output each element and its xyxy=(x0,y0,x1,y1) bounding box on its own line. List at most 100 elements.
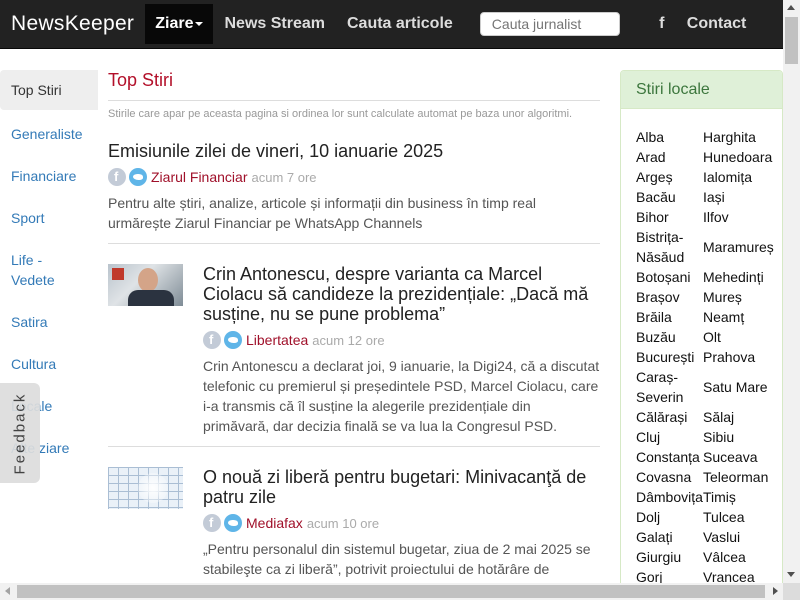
scroll-right-arrow-icon[interactable] xyxy=(773,587,778,595)
county-link[interactable]: Tulcea xyxy=(703,507,782,527)
nav-cauta-articole[interactable]: Cauta articole xyxy=(336,0,464,49)
county-link[interactable]: Olt xyxy=(703,327,782,347)
ziare-dropdown[interactable]: Ziare xyxy=(145,4,214,44)
caret-down-icon xyxy=(195,21,204,26)
article-meta: Mediafax acum 10 ore xyxy=(203,513,600,533)
ziare-label: Ziare xyxy=(155,15,194,32)
horizontal-scrollbar[interactable] xyxy=(0,583,783,600)
county-link[interactable]: Botoșani xyxy=(636,267,703,287)
sidebar-item-sport[interactable]: Sport xyxy=(0,208,98,228)
county-link[interactable]: Ilfov xyxy=(703,207,782,227)
county-link[interactable]: Cluj xyxy=(636,427,703,447)
county-row: Constanța Suceava xyxy=(636,447,782,467)
county-link[interactable]: Timiș xyxy=(703,487,782,507)
county-link[interactable]: Harghita xyxy=(703,127,782,147)
county-link[interactable]: Neamț xyxy=(703,307,782,327)
article-source[interactable]: Mediafax xyxy=(246,515,303,531)
county-link[interactable]: Mehedinți xyxy=(703,267,782,287)
twitter-share-icon[interactable] xyxy=(224,331,242,349)
county-row: Bistrița-Năsăud Maramureș xyxy=(636,227,782,267)
county-row: București Prahova xyxy=(636,347,782,367)
facebook-share-icon[interactable] xyxy=(203,331,221,349)
county-link[interactable]: Brașov xyxy=(636,287,703,307)
county-row: Brașov Mureș xyxy=(636,287,782,307)
sidebar-item-generaliste[interactable]: Generaliste xyxy=(0,124,98,144)
county-row: Botoșani Mehedinți xyxy=(636,267,782,287)
county-link[interactable]: Bihor xyxy=(636,207,703,227)
top-navbar: NewsKeeper Ziare News Stream Cauta artic… xyxy=(0,0,783,49)
scroll-left-arrow-icon[interactable] xyxy=(5,587,10,595)
scroll-down-arrow-icon[interactable] xyxy=(787,572,795,577)
article-meta: Libertatea acum 12 ore xyxy=(203,330,600,350)
article-thumbnail[interactable] xyxy=(108,467,183,509)
county-link[interactable]: Buzău xyxy=(636,327,703,347)
scroll-up-arrow-icon[interactable] xyxy=(787,5,795,10)
article-body: O nouă zi liberă pentru bugetari: Miniva… xyxy=(203,467,600,579)
nav-contact[interactable]: Contact xyxy=(687,15,747,33)
sidebar-item-life-vedete[interactable]: Life - Vedete xyxy=(0,250,98,290)
sidebar-item-satira[interactable]: Satira xyxy=(0,312,98,332)
article-source[interactable]: Libertatea xyxy=(246,332,308,348)
sidebar-item-financiare[interactable]: Financiare xyxy=(0,166,98,186)
county-row: Galați Vaslui xyxy=(636,527,782,547)
county-link[interactable]: Bacău xyxy=(636,187,703,207)
main-content: Top Stiri Stirile care apar pe aceasta p… xyxy=(108,68,600,579)
article-excerpt: Crin Antonescu a declarat joi, 9 ianuari… xyxy=(203,358,600,434)
facebook-share-icon[interactable] xyxy=(108,168,126,186)
article-time: acum 12 ore xyxy=(312,332,385,348)
sidebar-item-cultura[interactable]: Cultura xyxy=(0,354,98,374)
article-title[interactable]: Emisiunile zilei de vineri, 10 ianuarie … xyxy=(108,141,600,161)
feedback-tab[interactable]: Feedback xyxy=(0,383,40,483)
article-source[interactable]: Ziarul Financiar xyxy=(151,169,247,185)
county-link[interactable]: Ialomița xyxy=(703,167,782,187)
county-link[interactable]: Iași xyxy=(703,187,782,207)
county-link[interactable]: Maramureș xyxy=(703,227,782,267)
county-link[interactable]: Bistrița-Năsăud xyxy=(636,227,703,267)
county-link[interactable]: Dâmbovița xyxy=(636,487,703,507)
county-link[interactable]: Dolj xyxy=(636,507,703,527)
county-link[interactable]: Vaslui xyxy=(703,527,782,547)
county-link[interactable]: Teleorman xyxy=(703,467,782,487)
county-link[interactable]: Hunedoara xyxy=(703,147,782,167)
county-link[interactable]: Arad xyxy=(636,147,703,167)
county-link[interactable]: Prahova xyxy=(703,347,782,367)
article-title[interactable]: Crin Antonescu, despre varianta ca Marce… xyxy=(203,264,600,324)
county-link[interactable]: Covasna xyxy=(636,467,703,487)
county-link[interactable]: București xyxy=(636,347,703,367)
vertical-scroll-thumb[interactable] xyxy=(785,17,798,64)
facebook-share-icon[interactable] xyxy=(203,514,221,532)
horizontal-scroll-thumb[interactable] xyxy=(17,585,765,598)
county-row: Bacău Iași xyxy=(636,187,782,207)
county-link[interactable]: Suceava xyxy=(703,447,782,467)
county-link[interactable]: Satu Mare xyxy=(703,367,782,407)
county-link[interactable]: Caraș-Severin xyxy=(636,367,703,407)
county-link[interactable]: Brăila xyxy=(636,307,703,327)
feedback-label: Feedback xyxy=(11,392,29,474)
vertical-scrollbar[interactable] xyxy=(783,0,800,583)
county-link[interactable]: Sălaj xyxy=(703,407,782,427)
county-link[interactable]: Giurgiu xyxy=(636,547,703,567)
twitter-share-icon[interactable] xyxy=(129,168,147,186)
county-link[interactable]: Argeș xyxy=(636,167,703,187)
article-title[interactable]: O nouă zi liberă pentru bugetari: Miniva… xyxy=(203,467,600,507)
article-thumbnail[interactable] xyxy=(108,264,183,306)
article-excerpt: Pentru alte știri, analize, articole și … xyxy=(108,195,536,231)
county-row: Giurgiu Vâlcea xyxy=(636,547,782,567)
county-link[interactable]: Mureș xyxy=(703,287,782,307)
brand-logo[interactable]: NewsKeeper xyxy=(0,0,145,49)
article-item: Emisiunile zilei de vineri, 10 ianuarie … xyxy=(108,141,600,244)
county-link[interactable]: Călărași xyxy=(636,407,703,427)
sidebar-item-top-stiri[interactable]: Top Stiri xyxy=(0,70,98,110)
article-time: acum 7 ore xyxy=(251,169,317,185)
article-body: Crin Antonescu, despre varianta ca Marce… xyxy=(203,264,600,436)
county-link[interactable]: Sibiu xyxy=(703,427,782,447)
county-link[interactable]: Galați xyxy=(636,527,703,547)
twitter-share-icon[interactable] xyxy=(224,514,242,532)
county-link[interactable]: Alba xyxy=(636,127,703,147)
county-link[interactable]: Constanța xyxy=(636,447,703,467)
facebook-icon[interactable]: f xyxy=(654,15,670,33)
search-journalist-input[interactable] xyxy=(479,12,620,36)
county-row: Călărași Sălaj xyxy=(636,407,782,427)
county-link[interactable]: Vâlcea xyxy=(703,547,782,567)
nav-news-stream[interactable]: News Stream xyxy=(213,0,336,49)
